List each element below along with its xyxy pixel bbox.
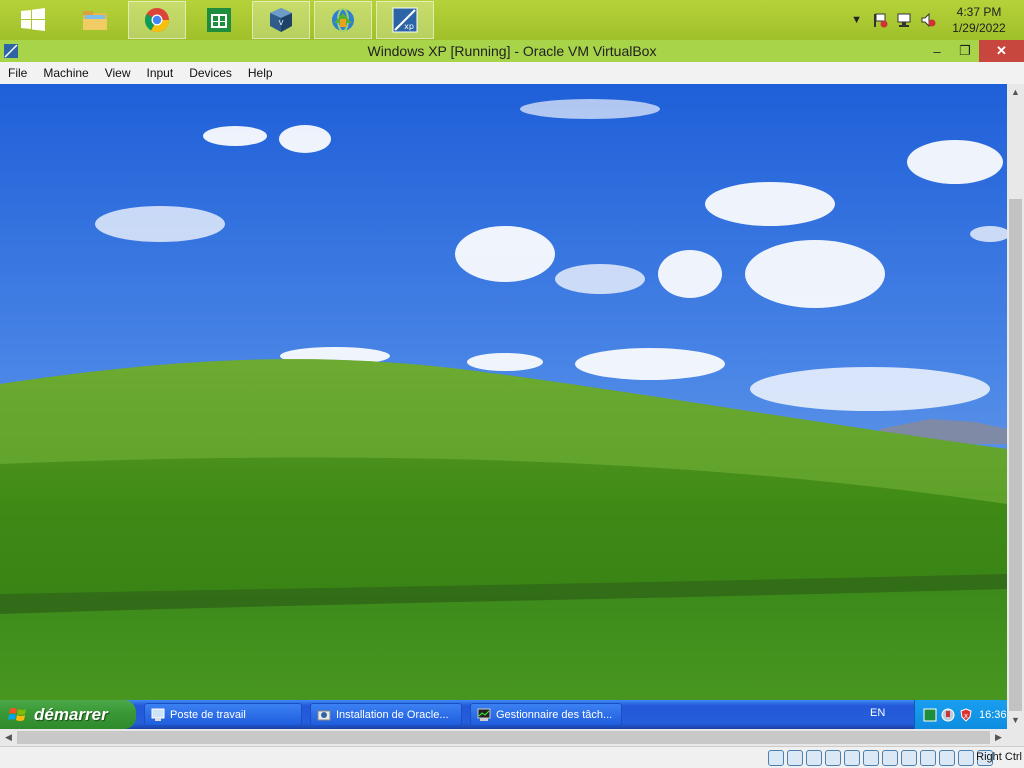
optical-drive-icon[interactable]: [787, 750, 803, 766]
globe-download-icon: [332, 8, 354, 32]
svg-text:V: V: [279, 19, 284, 27]
xp-language-indicator[interactable]: EN: [870, 707, 885, 719]
installer-icon: [317, 710, 331, 720]
scroll-down-arrow-icon[interactable]: ▼: [1007, 712, 1024, 729]
hard-disk-icon[interactable]: [768, 750, 784, 766]
mouse-integration-icon[interactable]: [958, 750, 974, 766]
windows-logo-icon: [21, 8, 45, 31]
virtualization-icon[interactable]: [939, 750, 955, 766]
video-capture-icon[interactable]: [901, 750, 917, 766]
status-bar: Right Ctrl: [0, 746, 1024, 768]
shared-folders-icon[interactable]: [863, 750, 879, 766]
window-controls: – ❐ ✕: [923, 40, 1024, 62]
status-icons: [768, 750, 996, 766]
xp-task-label: Gestionnaire des tâch...: [496, 708, 613, 721]
my-computer-icon: [151, 708, 165, 721]
vbox-title-bar[interactable]: Windows XP [Running] - Oracle VM Virtual…: [0, 40, 1024, 62]
taskbar-virtualbox[interactable]: V: [252, 1, 310, 39]
taskbar-windows-xp-vm[interactable]: xp: [376, 1, 434, 39]
xp-taskbar: démarrer Poste de travail Installation d…: [0, 700, 1007, 729]
usb-icon[interactable]: [844, 750, 860, 766]
menu-devices[interactable]: Devices: [181, 66, 240, 80]
cpu-icon[interactable]: [920, 750, 936, 766]
xp-tray-vbox-icon[interactable]: [923, 708, 937, 722]
xp-clock[interactable]: 16:36: [979, 709, 1007, 721]
windows-start-button[interactable]: [4, 1, 62, 39]
restore-button[interactable]: ❐: [951, 40, 979, 62]
vertical-scrollbar[interactable]: ▲ ▼: [1007, 84, 1024, 729]
scroll-right-arrow-icon[interactable]: ▶: [990, 729, 1007, 746]
virtualbox-icon: V: [270, 8, 292, 32]
menu-input[interactable]: Input: [139, 66, 182, 80]
xp-start-label: démarrer: [34, 704, 108, 724]
network-icon[interactable]: [896, 12, 912, 28]
taskbar-chrome[interactable]: [128, 1, 186, 39]
xp-start-button[interactable]: démarrer: [0, 700, 136, 729]
volume-muted-icon[interactable]: [920, 12, 936, 28]
host-taskbar: V xp ▼ 4:37 PM 1/29/2022: [0, 0, 1024, 40]
guest-display[interactable]: démarrer Poste de travail Installation d…: [0, 84, 1007, 729]
close-button[interactable]: ✕: [979, 40, 1024, 62]
menu-view[interactable]: View: [97, 66, 139, 80]
host-clock[interactable]: 4:37 PM 1/29/2022: [944, 4, 1014, 36]
audio-icon[interactable]: [806, 750, 822, 766]
menu-machine[interactable]: Machine: [35, 66, 96, 80]
host-clock-time: 4:37 PM: [956, 5, 1002, 19]
xp-notification-area: x 16:36: [914, 700, 1007, 729]
xp-tray-security-shield-icon[interactable]: x: [959, 707, 973, 722]
host-clock-date: 1/29/2022: [952, 21, 1006, 35]
window-title: Windows XP [Running] - Oracle VM Virtual…: [367, 43, 657, 59]
display-icon[interactable]: [882, 750, 898, 766]
task-manager-icon: [477, 708, 491, 721]
action-center-flag-icon[interactable]: [872, 12, 888, 28]
vertical-scroll-thumb[interactable]: [1009, 199, 1022, 711]
horizontal-scroll-thumb[interactable]: [17, 731, 990, 744]
xp-task-installation[interactable]: Installation de Oracle...: [310, 703, 462, 726]
chrome-icon: [144, 8, 169, 33]
xp-task-my-computer[interactable]: Poste de travail: [144, 703, 302, 726]
host-key-label: Right Ctrl: [976, 751, 1022, 763]
scrollbar-corner: [1007, 729, 1024, 746]
menu-bar: File Machine View Input Devices Help: [0, 62, 1024, 84]
scroll-up-arrow-icon[interactable]: ▲: [1007, 84, 1024, 101]
network-adapter-icon[interactable]: [825, 750, 841, 766]
minimize-button[interactable]: –: [923, 40, 951, 62]
show-hidden-icons-icon[interactable]: ▼: [851, 14, 862, 26]
menu-help[interactable]: Help: [240, 66, 281, 80]
bliss-wallpaper: [0, 84, 1007, 729]
taskbar-download-manager[interactable]: [314, 1, 372, 39]
xp-vm-icon: xp: [392, 7, 418, 33]
taskbar-store[interactable]: [190, 1, 248, 39]
svg-text:x: x: [964, 712, 968, 720]
folder-icon: [83, 11, 107, 30]
store-icon: [207, 8, 231, 32]
svg-text:xp: xp: [404, 22, 414, 31]
xp-task-label: Poste de travail: [170, 708, 246, 721]
scroll-left-arrow-icon[interactable]: ◀: [0, 729, 17, 746]
xp-task-task-manager[interactable]: Gestionnaire des tâch...: [470, 703, 622, 726]
xp-tray-network-icon[interactable]: [941, 708, 955, 722]
menu-file[interactable]: File: [0, 66, 35, 80]
system-tray: ▼ 4:37 PM 1/29/2022: [851, 0, 1024, 40]
taskbar-file-explorer[interactable]: [66, 1, 124, 39]
xp-windows-flag-icon: [8, 707, 26, 721]
horizontal-scrollbar[interactable]: ◀ ▶: [0, 729, 1007, 746]
xp-task-label: Installation de Oracle...: [336, 708, 449, 721]
